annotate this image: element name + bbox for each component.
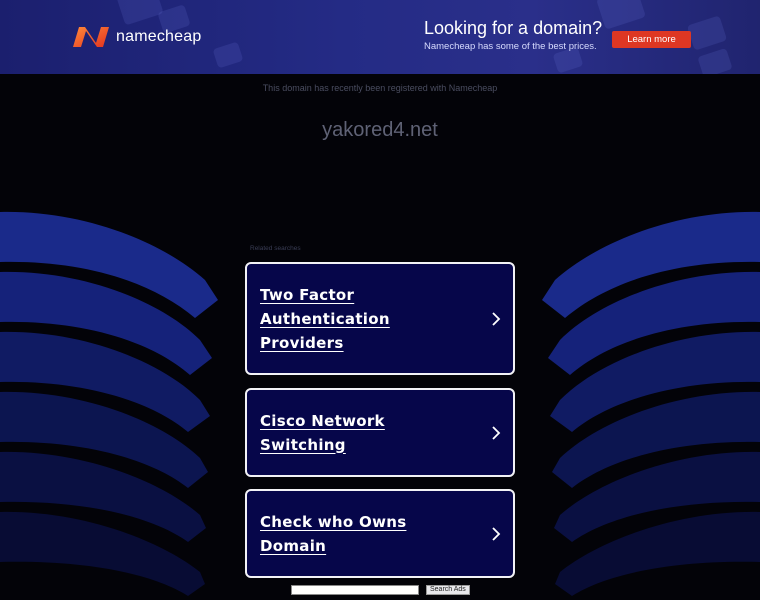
related-link-label[interactable]: Check who Owns Domain	[260, 510, 473, 558]
registration-notice: This domain has recently been registered…	[262, 83, 498, 93]
brand-name: namecheap	[116, 28, 202, 45]
related-searches-heading: Related searches	[250, 245, 301, 252]
chevron-right-icon	[492, 425, 501, 440]
namecheap-logo-icon	[73, 27, 109, 47]
search-ads-bar: Search Ads	[291, 585, 470, 595]
promo-banner[interactable]: namecheap Looking for a domain? Namechea…	[0, 0, 760, 74]
related-link-card[interactable]: Two Factor Authentication Providers	[245, 262, 515, 375]
related-link-label[interactable]: Two Factor Authentication Providers	[260, 283, 473, 355]
related-link-card[interactable]: Cisco Network Switching	[245, 388, 515, 477]
domain-name: yakored4.net	[322, 119, 438, 141]
related-link-label[interactable]: Cisco Network Switching	[260, 409, 473, 457]
promo-title: Looking for a domain?	[424, 18, 603, 38]
search-input[interactable]	[291, 585, 419, 595]
promo-subtitle: Namecheap has some of the best prices.	[424, 41, 597, 52]
learn-more-button[interactable]: Learn more	[612, 31, 691, 48]
search-ads-button[interactable]: Search Ads	[426, 585, 470, 595]
related-link-card[interactable]: Check who Owns Domain	[245, 489, 515, 578]
chevron-right-icon	[492, 311, 501, 326]
chevron-right-icon	[492, 526, 501, 541]
namecheap-logo[interactable]: namecheap	[72, 26, 201, 48]
